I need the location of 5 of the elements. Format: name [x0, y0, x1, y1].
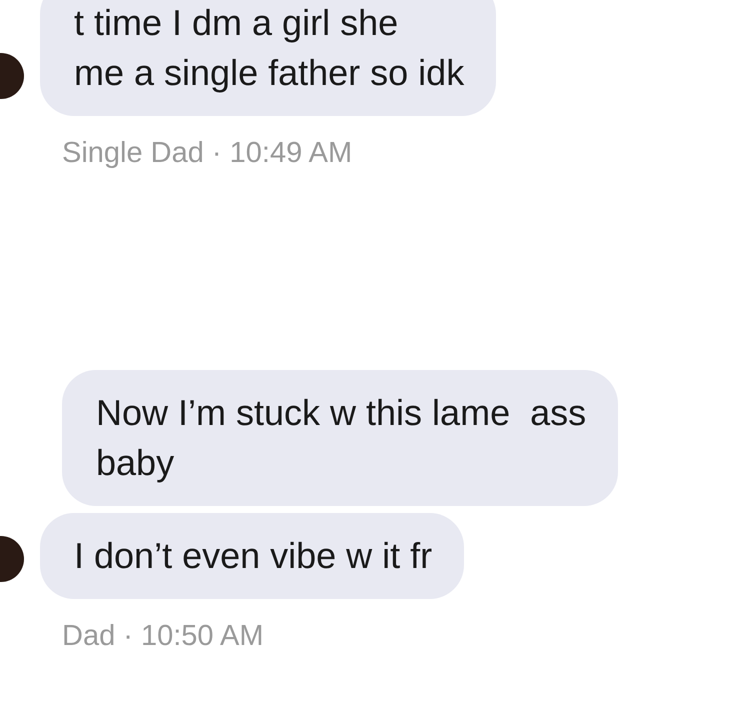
- message-bubble: t time I dm a girl she me a single father so idk: [40, 0, 496, 116]
- message-timestamp: Dad · 10:50 AM: [62, 620, 264, 652]
- message-bubble: I don’t even vibe w it fr: [40, 513, 464, 599]
- message-timestamp: Single Dad · 10:49 AM: [62, 137, 352, 169]
- message-bubble: Now I’m stuck w this lame ass baby: [62, 370, 618, 506]
